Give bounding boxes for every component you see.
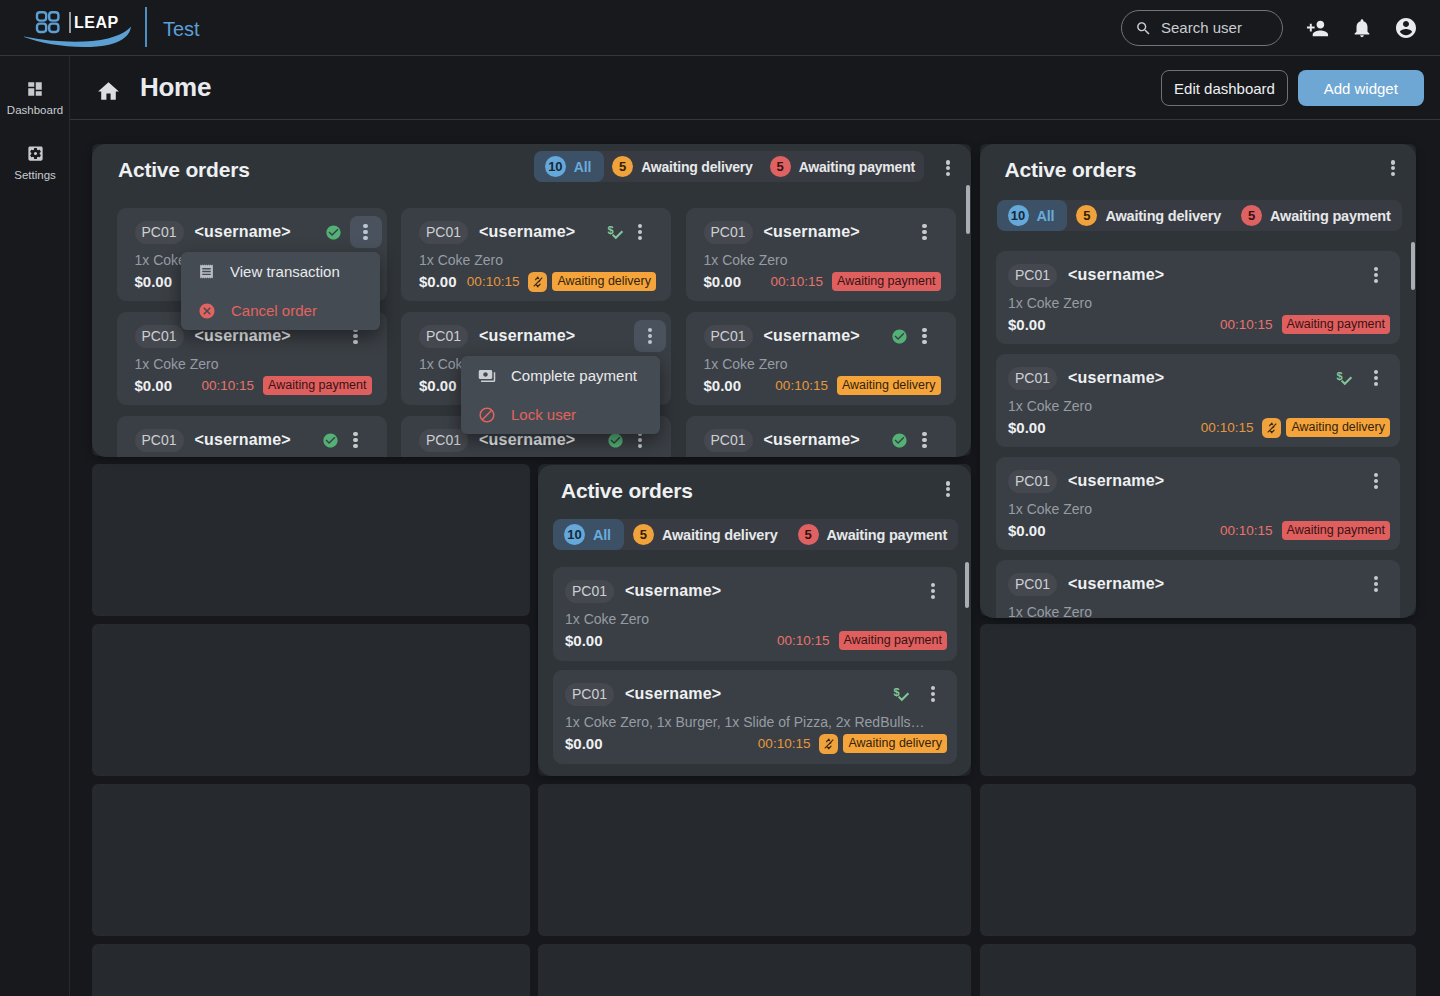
- svg-text:$: $: [1336, 370, 1342, 382]
- svg-text:$: $: [893, 686, 899, 698]
- svg-text:$: $: [607, 224, 613, 236]
